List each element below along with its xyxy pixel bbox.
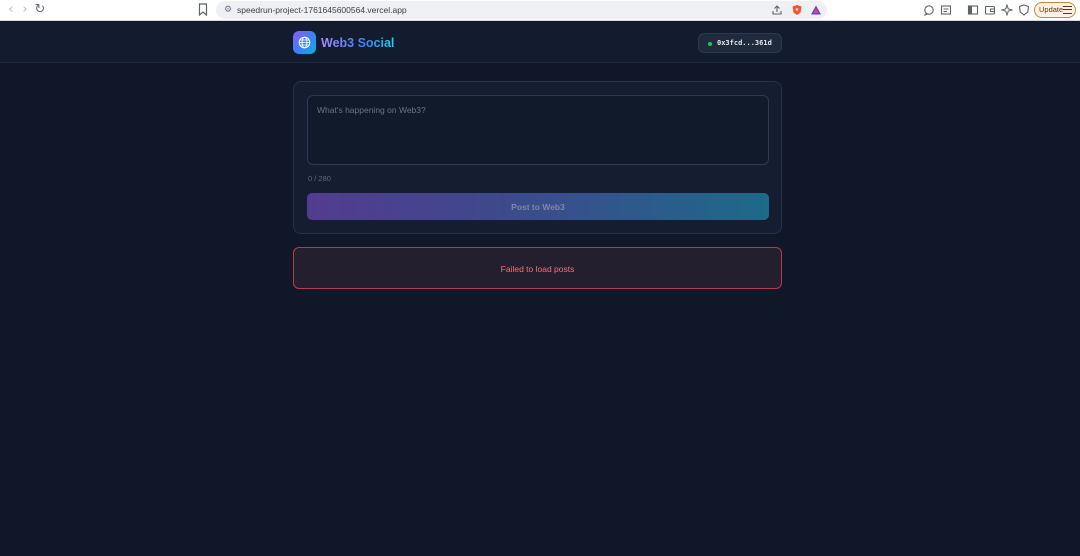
sidebar-icon[interactable]	[967, 4, 979, 16]
back-arrow-icon[interactable]: ‹	[4, 2, 18, 18]
site-settings-icon[interactable]: ⚙	[222, 4, 234, 16]
post-input[interactable]	[307, 95, 769, 165]
leo-ai-icon[interactable]	[1001, 4, 1013, 16]
app-header: Web3 Social 0x3fcd...361d	[0, 22, 1080, 63]
reader-icon[interactable]	[940, 4, 952, 16]
wallet-address-badge[interactable]: 0x3fcd...361d	[698, 33, 782, 53]
url-text[interactable]: speedrun-project-1761645600564.vercel.ap…	[237, 4, 407, 16]
bookmark-icon[interactable]	[198, 3, 208, 16]
update-button[interactable]: Update	[1034, 2, 1076, 18]
wallet-icon[interactable]	[984, 4, 996, 16]
wallet-address: 0x3fcd...361d	[717, 39, 772, 47]
address-bar[interactable]: ⚙ speedrun-project-1761645600564.vercel.…	[216, 1, 827, 19]
globe-icon	[298, 36, 311, 49]
browser-toolbar: ‹ › ↻ ⚙ speedrun-project-1761645600564.v…	[0, 0, 1080, 21]
hamburger-menu-icon[interactable]	[1063, 6, 1072, 14]
post-composer: 0 / 280 Post to Web3	[293, 81, 782, 234]
brave-shield-icon[interactable]	[791, 4, 803, 16]
connection-status-dot	[708, 42, 712, 46]
error-alert: Failed to load posts	[293, 247, 782, 289]
brave-rewards-icon[interactable]	[810, 4, 822, 16]
post-button[interactable]: Post to Web3	[307, 193, 769, 220]
share-icon[interactable]	[771, 4, 783, 16]
error-message: Failed to load posts	[500, 264, 575, 274]
forward-arrow-icon[interactable]: ›	[18, 2, 32, 18]
update-label: Update	[1039, 5, 1064, 14]
character-counter: 0 / 280	[308, 174, 331, 183]
chat-icon[interactable]	[923, 4, 935, 16]
vpn-icon[interactable]	[1018, 4, 1030, 16]
reload-icon[interactable]: ↻	[33, 2, 47, 18]
app-brand-title[interactable]: Web3 Social	[321, 35, 394, 51]
app-logo[interactable]	[293, 31, 316, 54]
